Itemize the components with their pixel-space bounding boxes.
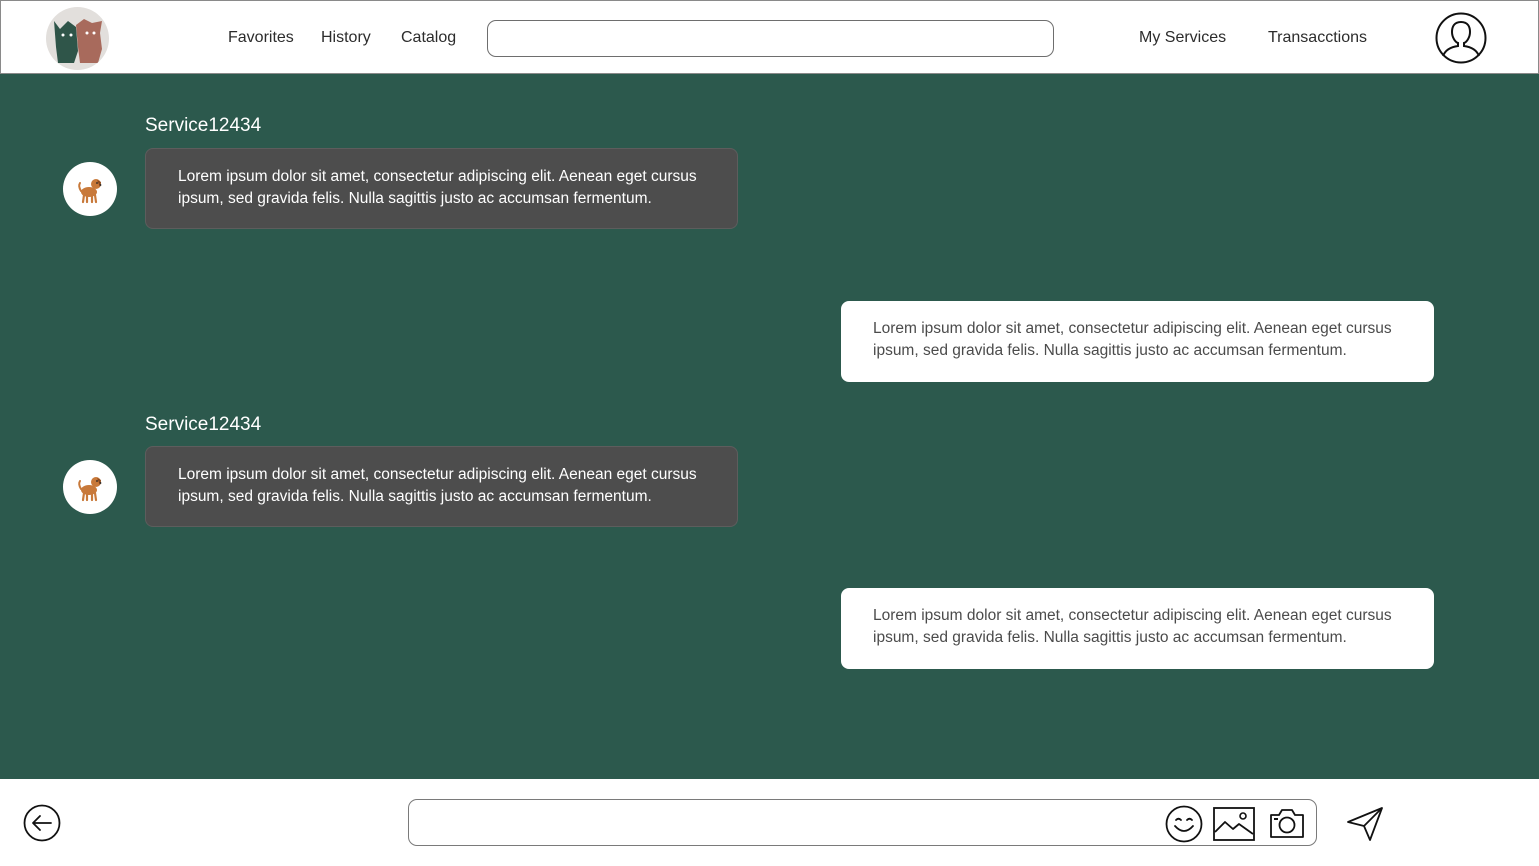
back-arrow-icon[interactable] <box>23 804 61 842</box>
message-input[interactable] <box>421 808 1161 838</box>
nav-favorites[interactable]: Favorites <box>228 29 294 47</box>
send-icon[interactable] <box>1346 806 1384 842</box>
user-profile-icon[interactable] <box>1435 12 1487 64</box>
message-sender-name: Service12434 <box>145 115 262 136</box>
incoming-message-bubble: Lorem ipsum dolor sit amet, consectetur … <box>145 446 738 527</box>
nav-transactions[interactable]: Transacctions <box>1268 29 1367 47</box>
chat-message-area[interactable]: Service12434 Lorem ipsum dolor sit amet,… <box>0 74 1539 779</box>
search-input[interactable] <box>487 20 1054 57</box>
camera-icon[interactable] <box>1269 807 1305 839</box>
outgoing-message-bubble: Lorem ipsum dolor sit amet, consectetur … <box>841 588 1434 669</box>
top-navigation-bar: Favorites History Catalog My Services Tr… <box>0 0 1539 74</box>
nav-my-services[interactable]: My Services <box>1139 29 1226 47</box>
incoming-message-bubble: Lorem ipsum dolor sit amet, consectetur … <box>145 148 738 229</box>
nav-catalog[interactable]: Catalog <box>401 29 456 47</box>
dog-icon[interactable] <box>63 162 117 216</box>
emoji-icon[interactable] <box>1165 805 1203 843</box>
message-composer-bar <box>0 779 1539 866</box>
message-compose-box <box>408 799 1317 846</box>
message-sender-name: Service12434 <box>145 414 262 435</box>
nav-history[interactable]: History <box>321 29 371 47</box>
two-pets-logo[interactable] <box>46 7 109 70</box>
dog-icon[interactable] <box>63 460 117 514</box>
outgoing-message-bubble: Lorem ipsum dolor sit amet, consectetur … <box>841 301 1434 382</box>
image-icon[interactable] <box>1213 807 1255 841</box>
